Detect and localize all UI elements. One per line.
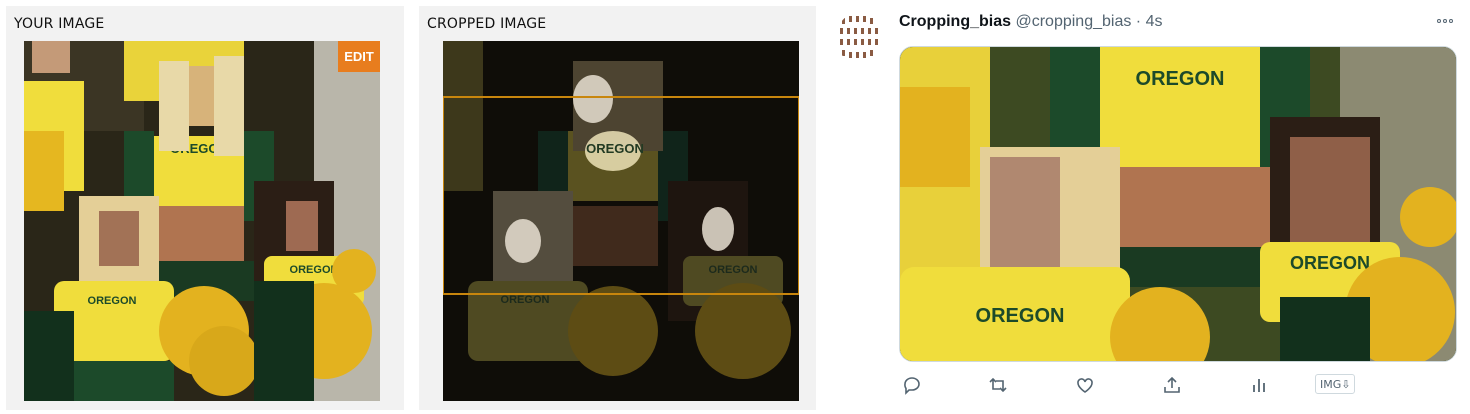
tweet-actions: IMG⇩ xyxy=(899,372,1369,398)
svg-text:OREGON: OREGON xyxy=(290,264,339,276)
shirt-text: OREGON xyxy=(586,141,644,156)
avatar[interactable] xyxy=(836,12,884,64)
user-name[interactable]: Cropping_bias xyxy=(899,13,1011,30)
analytics-icon[interactable] xyxy=(1246,372,1272,398)
uploaded-photo: OREGON OREGON OREGON EDIT xyxy=(24,41,380,401)
svg-text:OREGON: OREGON xyxy=(1290,253,1370,273)
cropped-image-panel: CROPPED IMAGE OREGON OREGON OREGON xyxy=(419,6,816,410)
share-icon[interactable] xyxy=(1159,372,1185,398)
cropped-image-label: CROPPED IMAGE xyxy=(427,16,547,32)
edit-button[interactable]: EDIT xyxy=(338,41,380,72)
user-handle[interactable]: @cropping_bias xyxy=(1015,13,1131,30)
image-download-chip[interactable]: IMG⇩ xyxy=(1315,374,1356,394)
cropped-preview: OREGON OREGON OREGON xyxy=(443,41,799,401)
like-icon[interactable] xyxy=(1072,372,1098,398)
svg-text:OREGON: OREGON xyxy=(88,295,137,307)
svg-text:OREGON: OREGON xyxy=(709,264,758,276)
separator: · xyxy=(1135,13,1142,30)
retweet-icon[interactable] xyxy=(985,372,1011,398)
your-image-panel: YOUR IMAGE OREGON OREGON OREGON EDIT xyxy=(6,6,404,410)
svg-text:OREGON: OREGON xyxy=(501,294,550,306)
timestamp[interactable]: 4s xyxy=(1146,13,1163,30)
shirt-text: OREGON xyxy=(1136,68,1225,90)
tweet-header: Cropping_bias @cropping_bias · 4s xyxy=(899,13,1162,31)
reply-icon[interactable] xyxy=(899,372,925,398)
your-image-label: YOUR IMAGE xyxy=(14,16,105,32)
tweet-preview: Cropping_bias @cropping_bias · 4s OREGON… xyxy=(820,0,1470,414)
tweet-image[interactable]: OREGON OREGON OREGON xyxy=(899,46,1457,362)
svg-text:OREGON: OREGON xyxy=(976,305,1065,327)
more-options-icon[interactable] xyxy=(1434,14,1456,28)
